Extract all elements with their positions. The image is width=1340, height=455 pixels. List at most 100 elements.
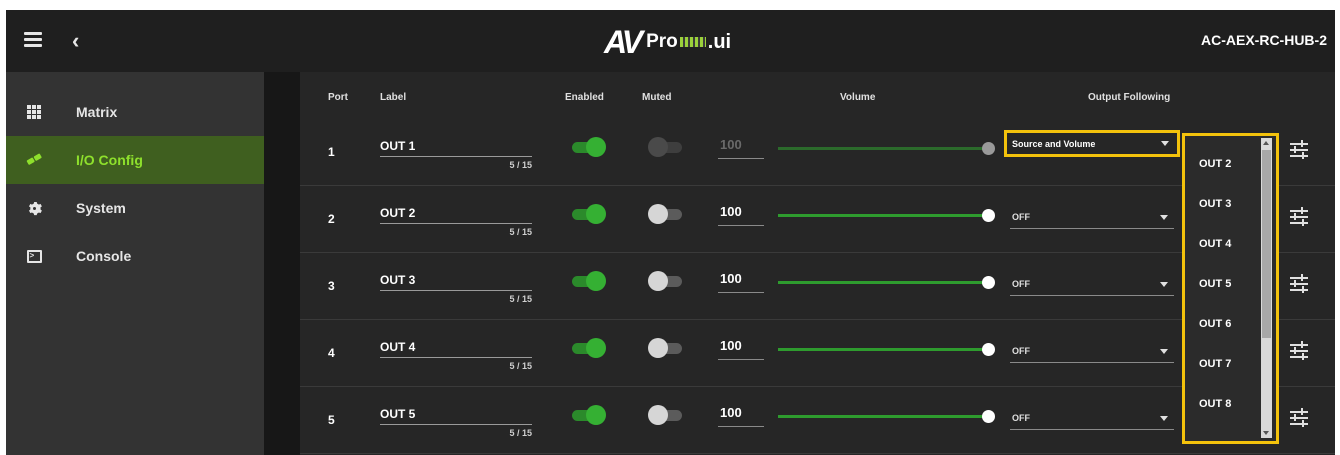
link-icon (26, 152, 42, 168)
table-row: 5 OUT 5 5 / 15 100 OFF (300, 387, 1335, 454)
sidebar-item-matrix[interactable]: Matrix (6, 88, 264, 136)
column-header-output-following: Output Following (1088, 92, 1171, 103)
top-bar: ‹ AV Pro .ui AC-AEX-RC-HUB-2 (6, 10, 1335, 72)
scroll-down-icon[interactable] (1263, 431, 1269, 435)
port-number: 4 (328, 346, 335, 360)
volume-input[interactable]: 100 (718, 133, 766, 163)
sidebar-item-io-config[interactable]: I/O Config (6, 136, 264, 184)
volume-input[interactable]: 100 (718, 401, 766, 431)
enabled-toggle[interactable] (570, 404, 608, 426)
column-header-volume: Volume (840, 92, 876, 103)
port-number: 2 (328, 212, 335, 226)
device-name: AC-AEX-RC-HUB-2 (1201, 32, 1327, 48)
io-config-table: Port Label Enabled Muted Volume Output F… (300, 72, 1335, 455)
dropdown-option[interactable]: OUT 5 (1199, 278, 1231, 290)
enabled-toggle[interactable] (570, 203, 608, 225)
sidebar-item-label: System (76, 200, 126, 216)
muted-toggle[interactable] (648, 136, 686, 158)
volume-slider[interactable] (778, 342, 996, 356)
caret-down-icon (1160, 282, 1168, 287)
column-header-port: Port (328, 92, 348, 103)
output-following-select[interactable]: OFF (1010, 407, 1174, 431)
output-following-select[interactable]: OFF (1010, 273, 1174, 297)
column-header-enabled: Enabled (565, 92, 604, 103)
output-following-select[interactable]: OFF (1010, 206, 1174, 230)
volume-input[interactable]: 100 (718, 267, 766, 297)
volume-value: 100 (720, 137, 742, 152)
label-value: OUT 5 (380, 407, 416, 421)
output-following-value: OFF (1012, 212, 1030, 222)
dropdown-option[interactable]: OUT 3 (1199, 198, 1231, 210)
volume-input[interactable]: 100 (718, 200, 766, 230)
gear-icon (26, 200, 42, 216)
sidebar-item-system[interactable]: System (6, 184, 264, 232)
label-underline (380, 223, 532, 224)
muted-toggle[interactable] (648, 404, 686, 426)
volume-slider[interactable] (778, 141, 996, 155)
volume-input[interactable]: 100 (718, 334, 766, 364)
table-row: 1 OUT 1 5 / 15 100 Source and Volume (300, 119, 1335, 186)
dropdown-option[interactable]: OUT 2 (1199, 158, 1231, 170)
dropdown-option[interactable]: OUT 7 (1199, 358, 1231, 370)
label-underline (380, 156, 532, 157)
table-row: 4 OUT 4 5 / 15 100 OFF (300, 320, 1335, 387)
scroll-up-icon[interactable] (1263, 141, 1269, 145)
volume-slider[interactable] (778, 208, 996, 222)
label-underline (380, 357, 532, 358)
port-number: 3 (328, 279, 335, 293)
label-underline (380, 290, 532, 291)
label-value: OUT 2 (380, 206, 416, 220)
chevron-left-icon[interactable]: ‹ (72, 28, 79, 54)
dropdown-option[interactable]: OUT 6 (1199, 318, 1231, 330)
column-header-label: Label (380, 92, 407, 103)
dropdown-option[interactable]: OUT 8 (1199, 398, 1231, 410)
logo-ui-text: .ui (707, 30, 732, 53)
avpro-logo: AV Pro .ui (604, 22, 731, 62)
grid-icon (26, 104, 42, 120)
label-char-count: 5 / 15 (509, 361, 532, 371)
label-value: OUT 4 (380, 340, 416, 354)
sidebar: Matrix I/O Config System > Console (6, 72, 264, 455)
output-following-select[interactable]: Source and Volume (1004, 130, 1180, 157)
scrollbar-thumb[interactable] (1262, 150, 1271, 338)
caret-down-icon (1160, 349, 1168, 354)
enabled-toggle[interactable] (570, 270, 608, 292)
table-row: 3 OUT 3 5 / 15 100 OFF (300, 253, 1335, 320)
sidebar-item-console[interactable]: > Console (6, 232, 264, 280)
tune-icon[interactable] (1290, 206, 1308, 228)
tune-icon[interactable] (1290, 340, 1308, 362)
label-input[interactable]: OUT 2 5 / 15 (380, 196, 532, 237)
port-number: 1 (328, 145, 335, 159)
volume-value: 100 (720, 204, 742, 219)
label-input[interactable]: OUT 3 5 / 15 (380, 263, 532, 304)
volume-slider[interactable] (778, 409, 996, 423)
label-char-count: 5 / 15 (509, 428, 532, 438)
muted-toggle[interactable] (648, 203, 686, 225)
volume-slider[interactable] (778, 275, 996, 289)
label-input[interactable]: OUT 1 5 / 15 (380, 129, 532, 170)
muted-toggle[interactable] (648, 270, 686, 292)
tune-icon[interactable] (1290, 273, 1308, 295)
label-input[interactable]: OUT 4 5 / 15 (380, 330, 532, 371)
enabled-toggle[interactable] (570, 136, 608, 158)
tune-icon[interactable] (1290, 139, 1308, 161)
logo-pro-text: Pro (646, 31, 678, 52)
tune-icon[interactable] (1290, 407, 1308, 429)
dropdown-scrollbar[interactable] (1261, 138, 1272, 438)
label-underline (380, 424, 532, 425)
table-row: 2 OUT 2 5 / 15 100 OFF (300, 186, 1335, 253)
caret-down-icon (1161, 141, 1169, 146)
hamburger-menu-icon[interactable] (24, 32, 42, 48)
caret-down-icon (1160, 215, 1168, 220)
volume-value: 100 (720, 405, 742, 420)
dropdown-option[interactable]: OUT 4 (1199, 238, 1231, 250)
enabled-toggle[interactable] (570, 337, 608, 359)
column-header-muted: Muted (642, 92, 672, 103)
output-following-value: OFF (1012, 413, 1030, 423)
label-input[interactable]: OUT 5 5 / 15 (380, 397, 532, 438)
sidebar-gutter (264, 72, 300, 455)
volume-value: 100 (720, 338, 742, 353)
muted-toggle[interactable] (648, 337, 686, 359)
label-char-count: 5 / 15 (509, 227, 532, 237)
output-following-select[interactable]: OFF (1010, 340, 1174, 364)
